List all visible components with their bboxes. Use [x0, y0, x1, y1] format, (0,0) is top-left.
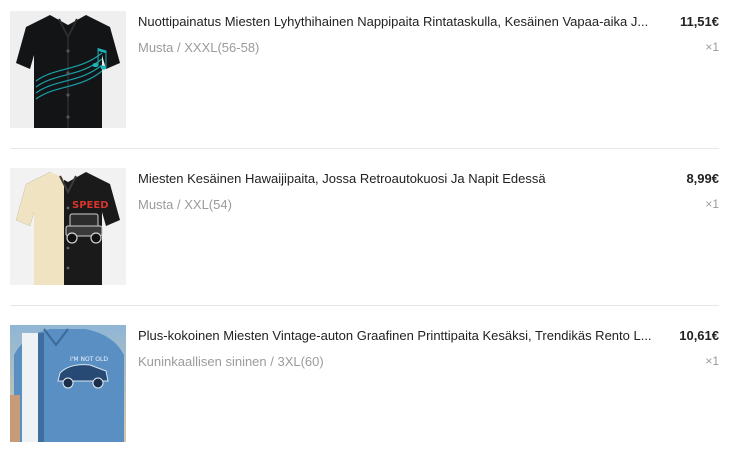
order-item[interactable]: I'M NOT OLD Plus-kokoinen Miesten Vintag…: [10, 325, 719, 442]
order-items-page: { "items": [ { "image": "shirt-black-mus…: [0, 0, 737, 453]
item-price: 8,99€: [686, 171, 719, 186]
item-title[interactable]: Plus-kokoinen Miesten Vintage-auton Graa…: [138, 328, 676, 343]
svg-text:I'M NOT OLD: I'M NOT OLD: [70, 356, 108, 363]
order-item[interactable]: ♫ Nuottipainatus Miesten Lyhythihainen N…: [10, 11, 719, 128]
item-quantity: ×1: [705, 40, 719, 54]
item-variant: Musta / XXL(54): [138, 197, 232, 212]
shirt-black-retro-car-icon[interactable]: SPEED: [10, 168, 126, 285]
item-variant: Musta / XXXL(56-58): [138, 40, 260, 55]
shirt-black-music-note-icon[interactable]: ♫: [10, 11, 126, 128]
svg-text:♫: ♫: [88, 44, 111, 74]
svg-text:SPEED: SPEED: [72, 200, 109, 211]
item-price: 11,51€: [679, 14, 719, 29]
item-price: 10,61€: [679, 328, 719, 343]
item-variant: Kuninkaallisen sininen / 3XL(60): [138, 354, 324, 369]
shirt-blue-vintage-car-icon[interactable]: I'M NOT OLD: [10, 325, 126, 442]
divider: [10, 305, 719, 306]
item-quantity: ×1: [705, 197, 719, 211]
divider: [10, 148, 719, 149]
item-title[interactable]: Nuottipainatus Miesten Lyhythihainen Nap…: [138, 14, 676, 29]
item-title[interactable]: Miesten Kesäinen Hawaijipaita, Jossa Ret…: [138, 171, 676, 186]
item-quantity: ×1: [705, 354, 719, 368]
order-item[interactable]: SPEED Miesten Kesäinen Hawaijipaita, Jos…: [10, 168, 719, 285]
